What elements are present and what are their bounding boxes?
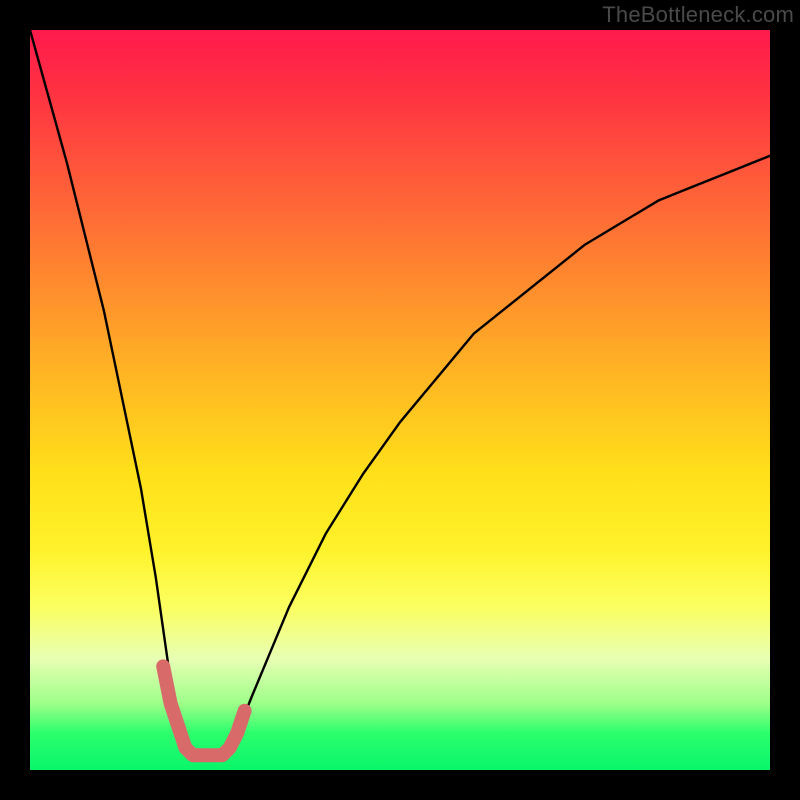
watermark-text: TheBottleneck.com	[602, 2, 794, 28]
chart-frame: TheBottleneck.com	[0, 0, 800, 800]
gradient-background	[30, 30, 770, 770]
plot-area	[30, 30, 770, 770]
